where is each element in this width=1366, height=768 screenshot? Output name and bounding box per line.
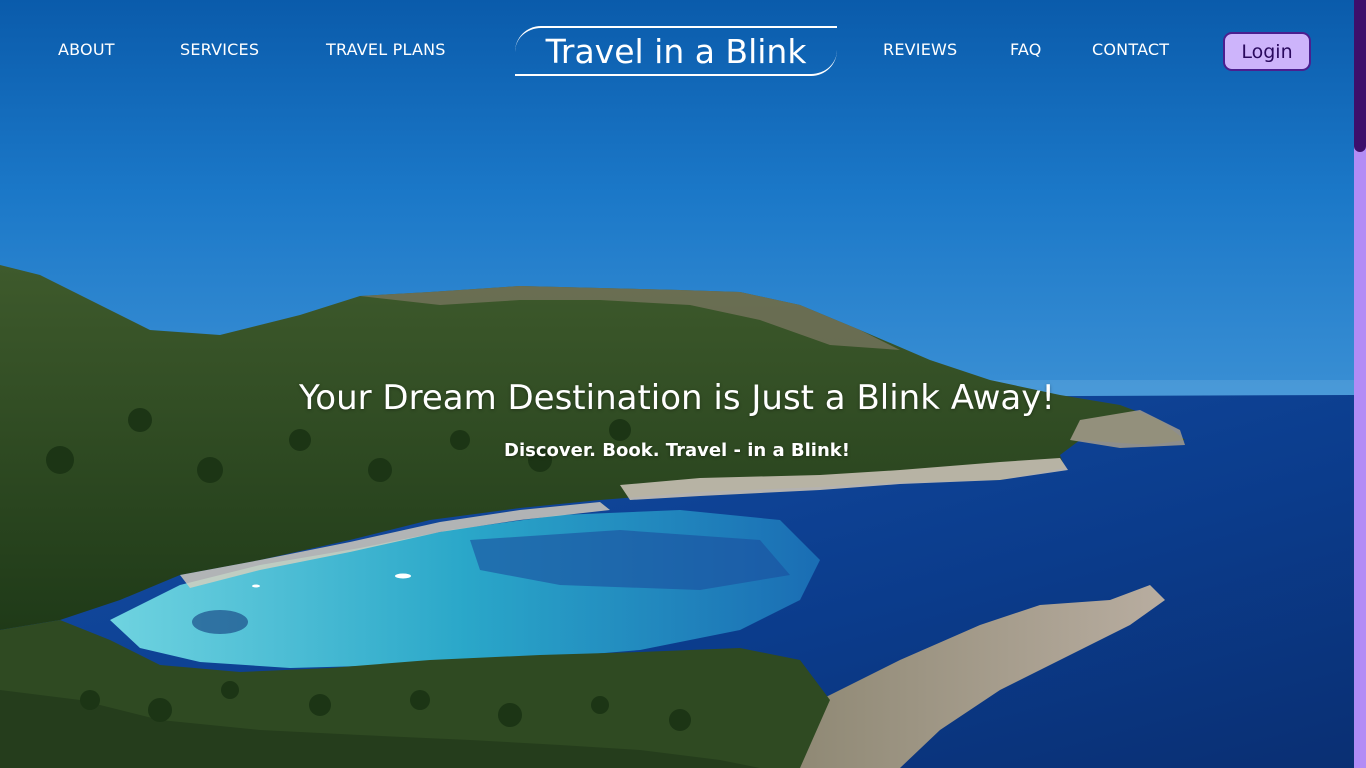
page-scrollbar-thumb[interactable]: [1354, 0, 1366, 152]
nav-link-contact[interactable]: CONTACT: [1092, 40, 1169, 59]
brand-name: Travel in a Blink: [545, 31, 807, 71]
page: ABOUT SERVICES TRAVEL PLANS Travel in a …: [0, 0, 1366, 768]
hero-headline: Your Dream Destination is Just a Blink A…: [299, 378, 1055, 418]
nav-link-travel-plans[interactable]: TRAVEL PLANS: [326, 40, 446, 59]
brand-logo-link[interactable]: Travel in a Blink: [515, 26, 837, 76]
top-navigation: ABOUT SERVICES TRAVEL PLANS Travel in a …: [0, 0, 1354, 100]
hero-tagline: Discover. Book. Travel - in a Blink!: [504, 440, 850, 461]
nav-link-reviews[interactable]: REVIEWS: [883, 40, 957, 59]
nav-link-about[interactable]: ABOUT: [58, 40, 115, 59]
nav-link-services[interactable]: SERVICES: [180, 40, 259, 59]
login-button[interactable]: Login: [1223, 32, 1311, 71]
nav-link-faq[interactable]: FAQ: [1010, 40, 1042, 59]
